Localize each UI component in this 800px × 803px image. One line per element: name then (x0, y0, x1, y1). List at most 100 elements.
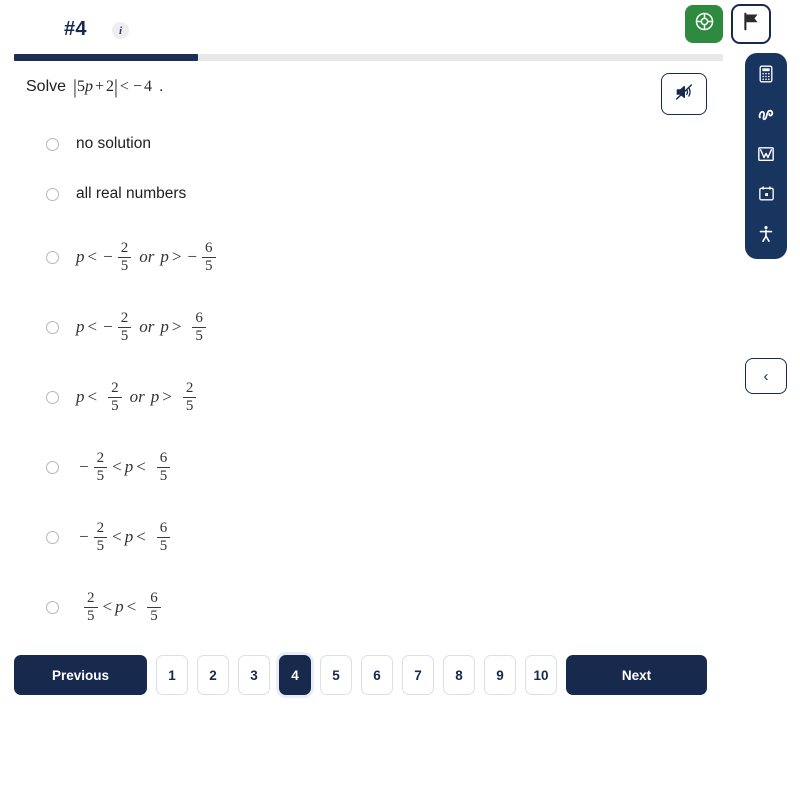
expr-relation: < (119, 78, 129, 95)
opt7-low-fraction: 2 5 (93, 520, 108, 554)
opt5-right-var: p (150, 387, 160, 406)
page-button-9[interactable]: 9 (484, 655, 516, 695)
radio-button[interactable] (46, 600, 59, 614)
opt8-rel-right: < (126, 597, 137, 616)
numerator: 2 (120, 240, 129, 257)
answer-option[interactable]: − 2 5 < p < 6 5 (46, 432, 646, 502)
answer-option-math: p < 2 5 or p > 2 5 (76, 380, 198, 414)
page-button-6[interactable]: 6 (361, 655, 393, 695)
question-expression: |5p +2| < −4 (73, 77, 152, 98)
answer-option[interactable]: no solution (46, 126, 646, 162)
abs-bar-right: | (113, 77, 118, 98)
answer-option-label: no solution (76, 135, 151, 152)
numerator: 2 (87, 590, 95, 607)
scratchpad-tool[interactable] (753, 103, 779, 129)
opt7-high-fraction: 6 5 (156, 520, 171, 554)
read-aloud-button[interactable] (661, 73, 707, 115)
radio-button[interactable] (46, 320, 59, 334)
graphing-tool[interactable] (753, 143, 779, 169)
collapse-panel-button[interactable]: ‹ (745, 358, 787, 394)
numerator: 6 (159, 520, 168, 537)
denominator: 5 (108, 396, 122, 414)
page-number-list: 1 2 3 4 5 6 7 8 9 10 (156, 655, 557, 695)
answer-option[interactable]: p < − 2 5 or p > − 6 5 (46, 222, 646, 292)
accessibility-tool[interactable] (753, 223, 779, 249)
accessibility-icon (756, 224, 776, 249)
opt8-variable: p (115, 597, 124, 616)
opt6-high-fraction: 6 5 (156, 450, 171, 484)
denominator: 5 (156, 466, 171, 484)
opt6-rel-left: < (112, 457, 122, 476)
pagination: Previous 1 2 3 4 5 6 7 8 9 10 Next (14, 655, 707, 695)
opt8-low-fraction: 2 5 (84, 590, 98, 624)
speaker-muted-icon (674, 82, 694, 107)
next-button[interactable]: Next (566, 655, 707, 695)
answer-option[interactable]: p < − 2 5 or p > 6 5 (46, 292, 646, 362)
denominator: 5 (192, 326, 206, 344)
denominator: 5 (202, 256, 216, 274)
opt3-right-rel: > (171, 247, 182, 266)
page-button-1[interactable]: 1 (156, 655, 188, 695)
expr-rhs: 4 (143, 78, 152, 95)
denominator: 5 (117, 256, 132, 274)
opt4-left-rel: < (87, 317, 98, 336)
flag-question-button[interactable] (731, 4, 771, 44)
page-button-8[interactable]: 8 (443, 655, 475, 695)
answer-option[interactable]: 2 5 < p < 6 5 (46, 572, 646, 642)
opt3-left-fraction: 2 5 (117, 240, 132, 274)
info-icon[interactable]: i (112, 22, 129, 39)
page-button-2[interactable]: 2 (197, 655, 229, 695)
opt5-right-fraction: 2 5 (182, 380, 197, 414)
denominator: 5 (117, 326, 132, 344)
opt4-left-var: p (76, 317, 85, 336)
radio-button[interactable] (46, 460, 59, 474)
numerator: 6 (159, 450, 168, 467)
opt3-right-fraction: 6 5 (202, 240, 216, 274)
expr-coefficient: 5 (76, 78, 85, 95)
opt5-left-fraction: 2 5 (108, 380, 122, 414)
notes-calendar-icon (757, 184, 776, 208)
opt5-left-var: p (76, 387, 85, 406)
numerator: 6 (150, 590, 158, 607)
expr-plus: + (94, 78, 104, 95)
answer-option[interactable]: p < 2 5 or p > 2 5 (46, 362, 646, 432)
page-button-4[interactable]: 4 (279, 655, 311, 695)
help-button[interactable] (685, 5, 723, 43)
page-button-5[interactable]: 5 (320, 655, 352, 695)
denominator: 5 (147, 606, 161, 624)
numerator: 2 (96, 450, 105, 467)
progress-bar-fill (14, 54, 199, 61)
lifebuoy-icon (694, 11, 715, 37)
denominator: 5 (156, 536, 171, 554)
opt6-variable: p (124, 457, 134, 476)
numerator: 2 (185, 380, 194, 397)
answer-option[interactable]: all real numbers (46, 176, 646, 212)
radio-button[interactable] (46, 187, 59, 201)
opt3-conjunction: or (139, 247, 155, 266)
opt5-right-rel: > (162, 387, 172, 406)
answer-option-math: − 2 5 < p < 6 5 (76, 520, 172, 554)
radio-button[interactable] (46, 250, 59, 264)
radio-button[interactable] (46, 137, 59, 151)
page-button-10[interactable]: 10 (525, 655, 557, 695)
previous-button[interactable]: Previous (14, 655, 147, 695)
page-button-7[interactable]: 7 (402, 655, 434, 695)
answer-option[interactable]: − 2 5 < p < 6 5 (46, 502, 646, 572)
opt3-left-var: p (76, 247, 85, 266)
radio-button[interactable] (46, 530, 59, 544)
numerator: 2 (111, 380, 119, 397)
numerator: 6 (205, 240, 213, 257)
calculator-tool[interactable] (753, 63, 779, 89)
opt6-low-fraction: 2 5 (93, 450, 108, 484)
answer-option-math: p < − 2 5 or p > 6 5 (76, 310, 208, 344)
denominator: 5 (182, 396, 197, 414)
notes-tool[interactable] (753, 183, 779, 209)
answer-options-list: no solution all real numbers p < − 2 5 o… (46, 126, 646, 642)
radio-button[interactable] (46, 390, 59, 404)
expr-minus: − (132, 78, 142, 95)
opt5-conjunction: or (129, 387, 145, 406)
page-button-3[interactable]: 3 (238, 655, 270, 695)
opt8-rel-left: < (102, 597, 113, 616)
graph-icon (756, 144, 776, 169)
question-period: . (158, 78, 164, 95)
